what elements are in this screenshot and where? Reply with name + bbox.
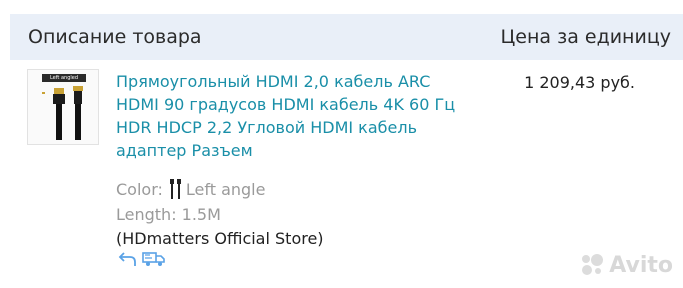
avito-logo-icon xyxy=(582,254,604,275)
delivery-truck-icon[interactable] xyxy=(142,250,166,272)
watermark-text: Avito xyxy=(609,252,673,278)
table-header: Описание товара Цена за единицу xyxy=(10,14,683,60)
store-name[interactable]: (HDmatters Official Store) xyxy=(116,229,324,248)
thumbnail-label: Left angled xyxy=(42,74,86,82)
color-value: Left angle xyxy=(185,179,266,199)
product-thumbnail[interactable]: Left angled xyxy=(27,69,99,145)
color-label: Color: xyxy=(116,179,163,199)
column-description: Описание товара xyxy=(28,26,202,48)
length-attribute: Length: 1.5M xyxy=(116,205,221,224)
color-swatch-icon xyxy=(169,178,183,200)
color-attribute: Color: Left angle xyxy=(116,178,265,200)
service-icons xyxy=(118,250,166,272)
unit-price: 1 209,43 руб. xyxy=(524,73,635,92)
avito-watermark: Avito xyxy=(579,252,673,278)
column-unit-price: Цена за единицу xyxy=(500,26,671,48)
product-title-link[interactable]: Прямоугольный HDMI 2,0 кабель ARC HDMI 9… xyxy=(116,70,456,162)
return-icon[interactable] xyxy=(118,250,138,272)
